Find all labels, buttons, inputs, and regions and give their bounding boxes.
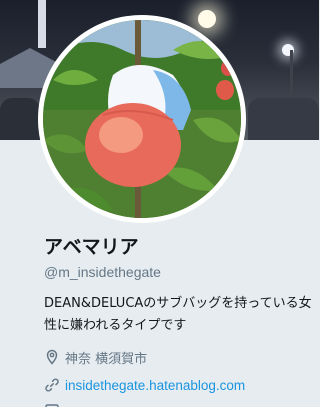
banner-lamp bbox=[198, 10, 216, 28]
profile-bio: DEAN&DELUCAのサブバッグを持っている女性に嫌われるタイプです bbox=[44, 296, 312, 333]
screen-name[interactable]: @m_insidethegate bbox=[44, 264, 161, 280]
profile-location: 神奈 横須賀市 bbox=[44, 347, 147, 367]
banner-crowd bbox=[248, 98, 319, 140]
banner-crowd bbox=[0, 98, 40, 140]
profile-join-date bbox=[44, 400, 65, 407]
calendar-icon bbox=[45, 404, 59, 407]
avatar-image bbox=[43, 20, 241, 218]
profile-url-link[interactable]: insidethegate.hatenablog.com bbox=[65, 378, 245, 393]
location-text: 神奈 横須賀市 bbox=[65, 351, 148, 367]
profile-url: insidethegate.hatenablog.com bbox=[44, 375, 245, 395]
link-icon bbox=[45, 378, 59, 392]
avatar[interactable] bbox=[38, 15, 246, 223]
map-pin-icon bbox=[46, 349, 58, 365]
banner-pole bbox=[38, 0, 46, 48]
display-name[interactable]: アベマリア bbox=[44, 232, 139, 259]
